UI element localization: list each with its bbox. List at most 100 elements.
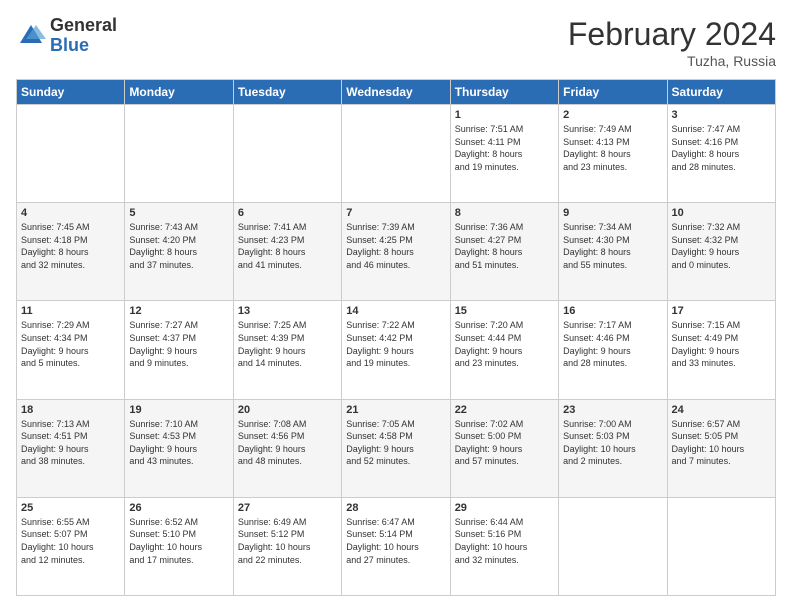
- day-number: 10: [672, 207, 771, 219]
- week-row-4: 25 Sunrise: 6:55 AM Sunset: 5:07 PM Dayli…: [17, 497, 776, 595]
- table-row: 13Sunrise: 7:25 AM Sunset: 4:39 PM Dayli…: [233, 301, 341, 399]
- day-info: Sunrise: 7:45 AM Sunset: 4:18 PM Dayligh…: [21, 221, 120, 271]
- table-row: 24Sunrise: 6:57 AM Sunset: 5:05 PM Dayli…: [667, 399, 775, 497]
- table-row: 21 Sunrise: 7:05 AM Sunset: 4:58 PM Dayli…: [342, 399, 450, 497]
- table-row: 17 Sunrise: 7:15 AM Sunset: 4:49 PM Dayli…: [667, 301, 775, 399]
- day-info: Sunrise: 7:02 AM Sunset: 5:00 PM Dayligh…: [455, 418, 554, 468]
- day-number: 19: [129, 404, 228, 416]
- day-info: Sunrise: 6:57 AM Sunset: 5:05 PM Dayligh…: [672, 418, 771, 468]
- table-row: 22 Sunrise: 7:02 AM Sunset: 5:00 PM Dayli…: [450, 399, 558, 497]
- day-info: Sunrise: 7:20 AM Sunset: 4:44 PM Dayligh…: [455, 319, 554, 369]
- day-info: Sunrise: 7:15 AM Sunset: 4:49 PM Dayligh…: [672, 319, 771, 369]
- day-number: 6: [238, 207, 337, 219]
- table-row: 4 Sunrise: 7:45 AM Sunset: 4:18 PM Daylig…: [17, 203, 125, 301]
- table-row: 12Sunrise: 7:27 AM Sunset: 4:37 PM Dayli…: [125, 301, 233, 399]
- day-number: 20: [238, 404, 337, 416]
- day-info: Sunrise: 6:47 AM Sunset: 5:14 PM Dayligh…: [346, 516, 445, 566]
- day-number: 29: [455, 502, 554, 514]
- week-row-2: 11 Sunrise: 7:29 AM Sunset: 4:34 PM Dayli…: [17, 301, 776, 399]
- day-info: Sunrise: 7:10 AM Sunset: 4:53 PM Dayligh…: [129, 418, 228, 468]
- day-info: Sunrise: 7:29 AM Sunset: 4:34 PM Dayligh…: [21, 319, 120, 369]
- day-number: 7: [346, 207, 445, 219]
- table-row: 27 Sunrise: 6:49 AM Sunset: 5:12 PM Dayli…: [233, 497, 341, 595]
- table-row: 26Sunrise: 6:52 AM Sunset: 5:10 PM Dayli…: [125, 497, 233, 595]
- calendar-table: Sunday Monday Tuesday Wednesday Thursday…: [16, 79, 776, 596]
- day-info: Sunrise: 7:00 AM Sunset: 5:03 PM Dayligh…: [563, 418, 662, 468]
- day-info: Sunrise: 7:49 AM Sunset: 4:13 PM Dayligh…: [563, 123, 662, 173]
- col-sunday: Sunday: [17, 80, 125, 105]
- day-info: Sunrise: 7:51 AM Sunset: 4:11 PM Dayligh…: [455, 123, 554, 173]
- day-info: Sunrise: 7:13 AM Sunset: 4:51 PM Dayligh…: [21, 418, 120, 468]
- table-row: 2Sunrise: 7:49 AM Sunset: 4:13 PM Daylig…: [559, 105, 667, 203]
- table-row: 14 Sunrise: 7:22 AM Sunset: 4:42 PM Dayli…: [342, 301, 450, 399]
- week-row-1: 4 Sunrise: 7:45 AM Sunset: 4:18 PM Daylig…: [17, 203, 776, 301]
- table-row: 7 Sunrise: 7:39 AM Sunset: 4:25 PM Daylig…: [342, 203, 450, 301]
- col-thursday: Thursday: [450, 80, 558, 105]
- day-info: Sunrise: 7:41 AM Sunset: 4:23 PM Dayligh…: [238, 221, 337, 271]
- table-row: 15 Sunrise: 7:20 AM Sunset: 4:44 PM Dayli…: [450, 301, 558, 399]
- table-row: 9Sunrise: 7:34 AM Sunset: 4:30 PM Daylig…: [559, 203, 667, 301]
- day-info: Sunrise: 6:55 AM Sunset: 5:07 PM Dayligh…: [21, 516, 120, 566]
- table-row: 5Sunrise: 7:43 AM Sunset: 4:20 PM Daylig…: [125, 203, 233, 301]
- table-row: 10 Sunrise: 7:32 AM Sunset: 4:32 PM Dayli…: [667, 203, 775, 301]
- title-block: February 2024 Tuzha, Russia: [568, 16, 776, 69]
- day-info: Sunrise: 7:05 AM Sunset: 4:58 PM Dayligh…: [346, 418, 445, 468]
- day-info: Sunrise: 7:22 AM Sunset: 4:42 PM Dayligh…: [346, 319, 445, 369]
- table-row: 18 Sunrise: 7:13 AM Sunset: 4:51 PM Dayli…: [17, 399, 125, 497]
- day-number: 1: [455, 109, 554, 121]
- day-number: 22: [455, 404, 554, 416]
- day-info: Sunrise: 7:36 AM Sunset: 4:27 PM Dayligh…: [455, 221, 554, 271]
- table-row: [17, 105, 125, 203]
- table-row: 11 Sunrise: 7:29 AM Sunset: 4:34 PM Dayli…: [17, 301, 125, 399]
- table-row: 29 Sunrise: 6:44 AM Sunset: 5:16 PM Dayli…: [450, 497, 558, 595]
- day-number: 23: [563, 404, 662, 416]
- day-info: Sunrise: 6:49 AM Sunset: 5:12 PM Dayligh…: [238, 516, 337, 566]
- day-number: 21: [346, 404, 445, 416]
- day-info: Sunrise: 7:32 AM Sunset: 4:32 PM Dayligh…: [672, 221, 771, 271]
- week-row-0: 1 Sunrise: 7:51 AM Sunset: 4:11 PM Daylig…: [17, 105, 776, 203]
- day-number: 17: [672, 305, 771, 317]
- col-friday: Friday: [559, 80, 667, 105]
- day-number: 16: [563, 305, 662, 317]
- day-number: 3: [672, 109, 771, 121]
- day-number: 25: [21, 502, 120, 514]
- day-info: Sunrise: 6:44 AM Sunset: 5:16 PM Dayligh…: [455, 516, 554, 566]
- day-info: Sunrise: 6:52 AM Sunset: 5:10 PM Dayligh…: [129, 516, 228, 566]
- col-monday: Monday: [125, 80, 233, 105]
- logo: General Blue: [16, 16, 117, 56]
- day-number: 8: [455, 207, 554, 219]
- table-row: 16 Sunrise: 7:17 AM Sunset: 4:46 PM Dayli…: [559, 301, 667, 399]
- day-number: 13: [238, 305, 337, 317]
- day-number: 12: [129, 305, 228, 317]
- table-row: 8 Sunrise: 7:36 AM Sunset: 4:27 PM Daylig…: [450, 203, 558, 301]
- day-number: 4: [21, 207, 120, 219]
- header-row: Sunday Monday Tuesday Wednesday Thursday…: [17, 80, 776, 105]
- table-row: 28Sunrise: 6:47 AM Sunset: 5:14 PM Dayli…: [342, 497, 450, 595]
- logo-blue-text: Blue: [50, 36, 117, 56]
- table-row: 20Sunrise: 7:08 AM Sunset: 4:56 PM Dayli…: [233, 399, 341, 497]
- day-number: 27: [238, 502, 337, 514]
- subtitle: Tuzha, Russia: [568, 53, 776, 69]
- day-info: Sunrise: 7:17 AM Sunset: 4:46 PM Dayligh…: [563, 319, 662, 369]
- logo-text: General Blue: [50, 16, 117, 56]
- table-row: [559, 497, 667, 595]
- table-row: 3Sunrise: 7:47 AM Sunset: 4:16 PM Daylig…: [667, 105, 775, 203]
- table-row: 6 Sunrise: 7:41 AM Sunset: 4:23 PM Daylig…: [233, 203, 341, 301]
- table-row: [125, 105, 233, 203]
- day-number: 18: [21, 404, 120, 416]
- day-number: 11: [21, 305, 120, 317]
- logo-icon: [16, 21, 46, 51]
- table-row: [342, 105, 450, 203]
- week-row-3: 18 Sunrise: 7:13 AM Sunset: 4:51 PM Dayli…: [17, 399, 776, 497]
- table-row: 23 Sunrise: 7:00 AM Sunset: 5:03 PM Dayli…: [559, 399, 667, 497]
- col-tuesday: Tuesday: [233, 80, 341, 105]
- day-number: 5: [129, 207, 228, 219]
- table-row: [667, 497, 775, 595]
- day-info: Sunrise: 7:39 AM Sunset: 4:25 PM Dayligh…: [346, 221, 445, 271]
- day-number: 14: [346, 305, 445, 317]
- table-row: 1 Sunrise: 7:51 AM Sunset: 4:11 PM Daylig…: [450, 105, 558, 203]
- logo-general-text: General: [50, 16, 117, 36]
- day-number: 15: [455, 305, 554, 317]
- table-row: 25 Sunrise: 6:55 AM Sunset: 5:07 PM Dayli…: [17, 497, 125, 595]
- main-title: February 2024: [568, 16, 776, 53]
